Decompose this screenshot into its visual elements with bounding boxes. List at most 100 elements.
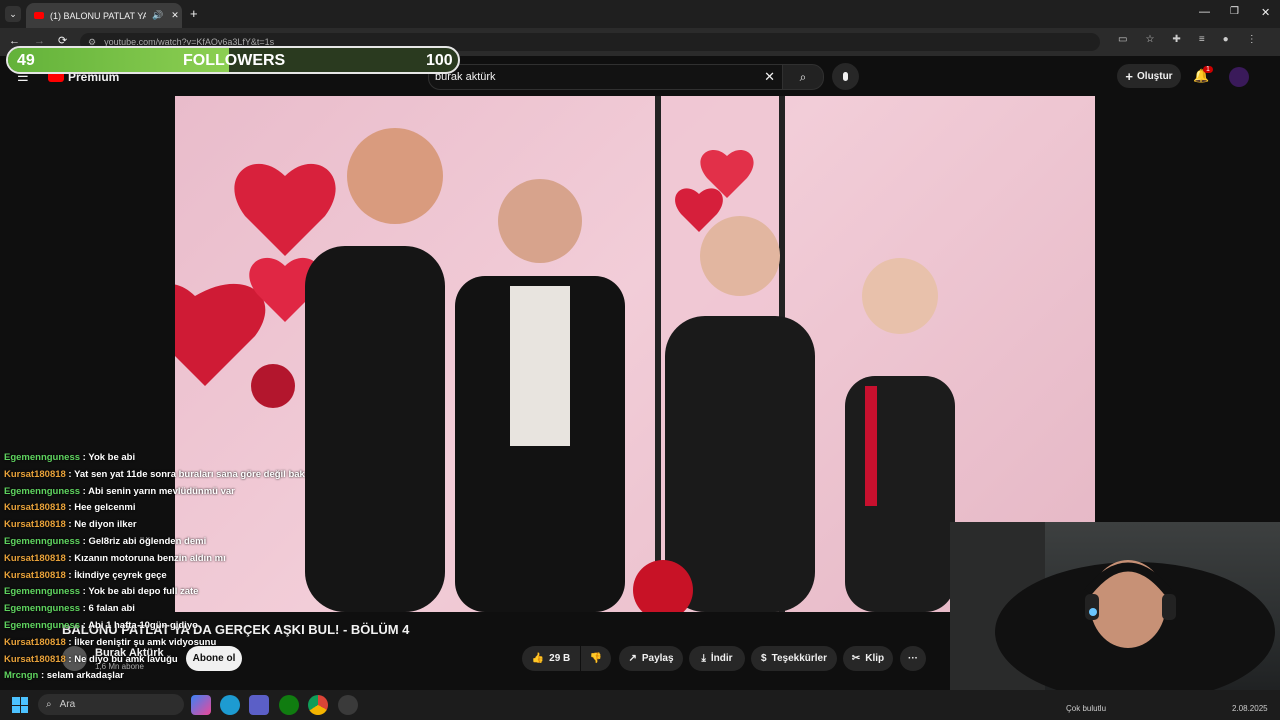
- plus-icon: +: [1125, 68, 1134, 84]
- thanks-button[interactable]: $ Teşekkürler: [751, 646, 837, 671]
- clip-button[interactable]: ✂ Klip: [843, 646, 893, 671]
- chat-text: İlker deniştir şu amk vidyosunu: [74, 636, 217, 648]
- share-label: Paylaş: [641, 653, 674, 664]
- scissors-icon: ✂: [851, 653, 861, 664]
- like-count: 29 B: [549, 653, 571, 664]
- thumbs-up-icon: 👍: [531, 653, 545, 664]
- menu-icon[interactable]: ⋮: [1247, 34, 1257, 45]
- taskbar-search[interactable]: ⌕ Ara: [38, 694, 184, 715]
- chat-text: Hee gelcenmi: [74, 502, 136, 514]
- chat-message: Egemennguness : 6 falan abi: [4, 601, 344, 618]
- chat-username: Egemennguness: [4, 535, 81, 547]
- followers-label: FOLLOWERS: [183, 52, 286, 69]
- chat-text: Yok be abi: [88, 452, 136, 463]
- search-button[interactable]: ⌕: [782, 64, 824, 90]
- audio-icon[interactable]: 🔊: [152, 10, 163, 21]
- chat-text: Kızanın motoruna benzin aldın mı: [74, 552, 226, 564]
- chat-message: Egemennguness : Abi 1 hafta 10gün gidiyo: [4, 618, 344, 635]
- extensions-icon[interactable]: ✚: [1172, 34, 1180, 45]
- webcam-overlay: [950, 522, 1280, 690]
- copilot-icon[interactable]: [191, 695, 211, 715]
- thanks-label: Teşekkürler: [771, 653, 827, 664]
- teams-icon[interactable]: [249, 695, 269, 715]
- dislike-button[interactable]: 👎: [581, 646, 611, 671]
- chat-message: Kursat180818 : İlker deniştir şu amk vid…: [4, 635, 344, 652]
- tab-list-button[interactable]: ⌄: [5, 6, 21, 22]
- cast-icon[interactable]: ▭: [1118, 34, 1127, 45]
- extensions-area: ▭ ☆ ✚ ≡ ● ⋮: [1118, 34, 1257, 45]
- close-window-icon[interactable]: ✕: [1261, 6, 1270, 19]
- more-icon: ···: [908, 653, 918, 664]
- chat-message: Kursat180818 : Ne diyo bu amk lavuğu: [4, 652, 344, 669]
- browser-tab-bar: ⌄ (1) BALONU PATLAT YA DA 🔊 ✕ + — ❐ ✕: [0, 0, 1280, 28]
- chat-separator: :: [65, 502, 75, 514]
- chat-username: Egemennguness: [4, 619, 81, 631]
- thanks-icon: $: [761, 653, 767, 664]
- followers-goal-bar: 49 FOLLOWERS 100: [6, 46, 460, 74]
- chat-username: Kursat180818: [4, 552, 66, 564]
- like-button[interactable]: 👍 29 B: [522, 646, 580, 671]
- chat-separator: :: [65, 519, 75, 531]
- chat-username: Egemennguness: [4, 603, 81, 615]
- close-tab-icon[interactable]: ✕: [171, 10, 179, 21]
- profile-icon[interactable]: ●: [1223, 34, 1229, 45]
- create-button[interactable]: + Oluştur: [1117, 64, 1181, 88]
- download-label: İndir: [710, 653, 733, 664]
- more-actions-button[interactable]: ···: [900, 646, 926, 671]
- app-icon[interactable]: [338, 695, 358, 715]
- chat-username: Mrcngn: [4, 670, 39, 682]
- weather-status[interactable]: Çok bulutlu: [1066, 704, 1106, 713]
- tab-title: (1) BALONU PATLAT YA DA: [50, 10, 146, 21]
- chrome-icon[interactable]: [308, 695, 328, 715]
- chat-username: Egemennguness: [4, 452, 81, 463]
- download-button[interactable]: ⤓ İndir: [689, 646, 745, 671]
- windows-logo-icon: [20, 697, 28, 705]
- restore-window-icon[interactable]: ❐: [1230, 6, 1239, 17]
- chat-message: Kursat180818 : Ne diyon ilker: [4, 517, 344, 534]
- download-icon: ⤓: [701, 653, 706, 664]
- bookmark-icon[interactable]: ☆: [1145, 34, 1154, 45]
- chat-username: Kursat180818: [4, 519, 66, 531]
- chat-username: Egemennguness: [4, 485, 81, 497]
- media-icon[interactable]: ≡: [1199, 34, 1205, 45]
- taskbar-date[interactable]: 2.08.2025: [1232, 704, 1268, 713]
- chat-message: Mrcngn : selam arkadaşlar: [4, 668, 344, 685]
- chat-separator: :: [65, 552, 75, 564]
- chat-text: 6 falan abi: [88, 603, 135, 615]
- chat-separator: :: [38, 670, 47, 682]
- chat-message: Egemennguness : Yok be abi: [4, 450, 344, 467]
- start-button[interactable]: [12, 697, 28, 713]
- chat-username: Egemennguness: [4, 586, 81, 598]
- chat-text: Yat sen yat 11de sonra buraları sana gör…: [74, 468, 305, 480]
- windows-logo-icon: [20, 705, 28, 713]
- clear-search-icon[interactable]: ✕: [764, 69, 775, 85]
- new-tab-button[interactable]: +: [190, 6, 198, 21]
- browser-tab-active[interactable]: (1) BALONU PATLAT YA DA 🔊 ✕: [26, 3, 182, 28]
- voice-search-button[interactable]: [832, 63, 859, 90]
- chat-separator: :: [65, 636, 75, 648]
- notifications-button[interactable]: 🔔 1: [1193, 66, 1213, 84]
- chat-text: Ne diyon ilker: [74, 519, 137, 531]
- chat-text: Ne diyo bu amk lavuğu: [74, 653, 178, 665]
- thumbs-down-icon: 👎: [589, 653, 603, 664]
- chat-text: Gel8riz abi öğlenden demi: [88, 535, 207, 547]
- account-avatar[interactable]: [1229, 67, 1249, 87]
- followers-current: 49: [17, 52, 35, 69]
- search-icon: ⌕: [799, 69, 807, 84]
- minimize-window-icon[interactable]: —: [1199, 6, 1210, 18]
- share-icon: ↗: [628, 653, 637, 664]
- share-button[interactable]: ↗ Paylaş: [619, 646, 683, 671]
- chat-message: Kursat180818 : İkindiye çeyrek geçe: [4, 568, 344, 585]
- chat-message: Egemennguness : Gel8riz abi öğlenden dem…: [4, 534, 344, 551]
- chat-username: Kursat180818: [4, 569, 66, 581]
- search-input[interactable]: burak aktürk ✕: [428, 64, 784, 90]
- clip-label: Klip: [865, 653, 885, 664]
- edge-icon[interactable]: [220, 695, 240, 715]
- youtube-favicon-icon: [34, 12, 44, 19]
- chat-message: Egemennguness : Abi senin yarın mevlüdün…: [4, 484, 344, 501]
- chat-separator: :: [65, 653, 75, 665]
- xbox-icon[interactable]: [279, 695, 299, 715]
- search-icon: ⌕: [46, 699, 52, 710]
- chat-text: selam arkadaşlar: [46, 670, 124, 682]
- create-label: Oluştur: [1137, 70, 1173, 82]
